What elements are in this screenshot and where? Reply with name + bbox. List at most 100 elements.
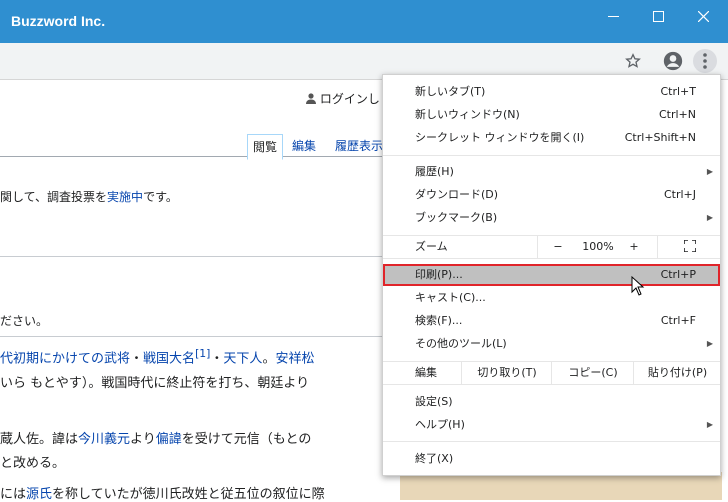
fullscreen-button[interactable] [657, 236, 721, 258]
star-icon[interactable] [621, 49, 645, 73]
article-text: 蔵人佐。諱は [0, 432, 79, 447]
menu-item-shortcut: Ctrl+T [660, 85, 696, 98]
menu-item-label: その他のツール(L) [415, 337, 507, 350]
article-link[interactable]: 安祥松 [275, 351, 314, 366]
menu-row-zoom: ズーム − 100% + [383, 236, 720, 258]
menu-item-shortcut: Ctrl+P [660, 268, 696, 281]
menu-item-label: 履歴(H) [415, 165, 454, 178]
menu-item-label: 印刷(P)... [415, 268, 463, 281]
menu-item-label: ヘルプ(H) [415, 418, 465, 431]
menu-row-edit: 編集 切り取り(T) コピー(C) 貼り付け(P) [383, 362, 720, 384]
article-link[interactable]: 代初期にかけての [0, 351, 104, 366]
menu-item-shortcut: Ctrl+J [663, 188, 696, 201]
menu-item-find[interactable]: 検索(F)... Ctrl+F [383, 310, 720, 332]
tab-history-label: 履歴表示 [335, 139, 384, 153]
menu-item-label: 新しいタブ(T) [415, 85, 486, 98]
mouse-cursor-icon [631, 276, 645, 296]
menu-separator [383, 384, 720, 385]
submenu-arrow-icon: ▶ [706, 167, 713, 176]
menu-item-label: キャスト(C)... [415, 291, 486, 304]
paste-label: 貼り付け(P) [647, 366, 708, 379]
menu-item-incognito[interactable]: シークレット ウィンドウを開く(I) Ctrl+Shift+N [383, 127, 720, 149]
tab-read-label: 閲覧 [253, 140, 278, 154]
copy-button[interactable]: コピー(C) [551, 362, 634, 384]
menu-item-label: ダウンロード(D) [415, 188, 499, 201]
article-text: ・ [210, 351, 224, 367]
login-label: ログインし [319, 92, 380, 106]
menu-item-new-tab[interactable]: 新しいタブ(T) Ctrl+T [383, 81, 720, 103]
menu-item-shortcut: Ctrl+N [658, 108, 696, 121]
login-link[interactable]: ログインし [306, 90, 380, 107]
site-notice: 関して、調査投票を実施中です。 [0, 188, 178, 205]
article-image [400, 472, 722, 500]
tab-history[interactable]: 履歴表示 [330, 134, 388, 158]
article-line-5: には源氏を称していたが徳川氏改姓と従五位の叙位に際 [0, 483, 325, 502]
article-line-2: いら もとやす）。戦国時代に終止符を打ち、朝廷より [0, 376, 310, 391]
browser-menu: 新しいタブ(T) Ctrl+T 新しいウィンドウ(N) Ctrl+N シークレット … [382, 74, 721, 476]
zoom-out-button[interactable]: − [537, 236, 578, 258]
menu-item-exit[interactable]: 終了(X) [383, 448, 720, 470]
menu-separator [383, 258, 720, 259]
menu-item-label: ブックマーク(B) [415, 211, 498, 224]
submenu-arrow-icon: ▶ [706, 420, 713, 429]
article-link[interactable]: 今川義元 [78, 432, 130, 447]
menu-item-help[interactable]: ヘルプ(H) ▶ [383, 414, 720, 436]
menu-item-label: 設定(S) [415, 395, 453, 408]
account-icon[interactable] [661, 49, 685, 73]
article-link[interactable]: 偏諱 [156, 432, 182, 447]
menu-item-shortcut: Ctrl+F [660, 314, 696, 327]
menu-item-history[interactable]: 履歴(H) ▶ [383, 161, 720, 183]
paste-button[interactable]: 貼り付け(P) [633, 362, 721, 384]
article-link[interactable]: 戦国大名 [143, 351, 195, 366]
close-icon [697, 10, 709, 22]
tab-edit[interactable]: 編集 [287, 134, 321, 158]
article-line-1: 代初期にかけての武将・戦国大名[1]・天下人。安祥松 [0, 347, 314, 366]
cut-button[interactable]: 切り取り(T) [461, 362, 552, 384]
menu-separator [383, 441, 720, 442]
article-line-3: 蔵人佐。諱は今川義元より偏諱を受けて元信（もとの [0, 428, 311, 447]
minimize-button[interactable] [590, 0, 636, 32]
zoom-in-label: + [629, 240, 639, 253]
citation-link[interactable]: [1] [195, 347, 210, 360]
divider [0, 336, 390, 337]
menu-item-new-window[interactable]: 新しいウィンドウ(N) Ctrl+N [383, 104, 720, 126]
maximize-icon [652, 10, 664, 22]
menu-item-label: 終了(X) [415, 452, 454, 465]
article-text: より [130, 432, 156, 447]
article-link[interactable]: 武将 [104, 351, 130, 366]
zoom-out-label: − [553, 240, 563, 253]
close-button[interactable] [680, 0, 726, 32]
menu-separator [383, 155, 720, 156]
edit-label: 編集 [415, 366, 437, 379]
menu-item-bookmarks[interactable]: ブックマーク(B) ▶ [383, 207, 720, 229]
menu-item-downloads[interactable]: ダウンロード(D) Ctrl+J [383, 184, 720, 206]
submenu-arrow-icon: ▶ [706, 213, 713, 222]
article-text: ・ [130, 351, 144, 367]
window-title: Buzzword Inc. [11, 13, 106, 29]
menu-item-more-tools[interactable]: その他のツール(L) ▶ [383, 333, 720, 355]
article-link[interactable]: 天下人 [223, 351, 262, 366]
kebab-menu-button[interactable] [693, 49, 717, 73]
menu-item-settings[interactable]: 設定(S) [383, 391, 720, 413]
menu-item-label: 新しいウィンドウ(N) [415, 108, 520, 121]
tab-edit-label: 編集 [292, 139, 317, 153]
kebab-icon [703, 53, 707, 69]
divider [0, 256, 390, 257]
menu-item-print[interactable]: 印刷(P)... Ctrl+P [383, 264, 720, 286]
article-line-4: と改める。 [0, 456, 66, 471]
notice-link[interactable]: 実施中 [107, 190, 143, 204]
menu-item-cast[interactable]: キャスト(C)... [383, 287, 720, 309]
article-text: 。 [262, 351, 276, 367]
menu-item-label: シークレット ウィンドウを開く(I) [415, 131, 585, 144]
tab-read[interactable]: 閲覧 [247, 134, 284, 160]
submenu-arrow-icon: ▶ [706, 339, 713, 348]
hatnote: ださい。 [0, 314, 49, 328]
maximize-button[interactable] [635, 0, 681, 32]
fullscreen-icon [682, 239, 697, 253]
menu-item-shortcut: Ctrl+Shift+N [624, 131, 696, 144]
zoom-in-button[interactable]: + [619, 236, 649, 258]
menu-item-label: 検索(F)... [415, 314, 463, 327]
zoom-label: ズーム [415, 240, 448, 253]
page-tabs: 閲覧 編集 履歴表示 [0, 128, 400, 160]
title-bar: Buzzword Inc. [0, 0, 728, 43]
